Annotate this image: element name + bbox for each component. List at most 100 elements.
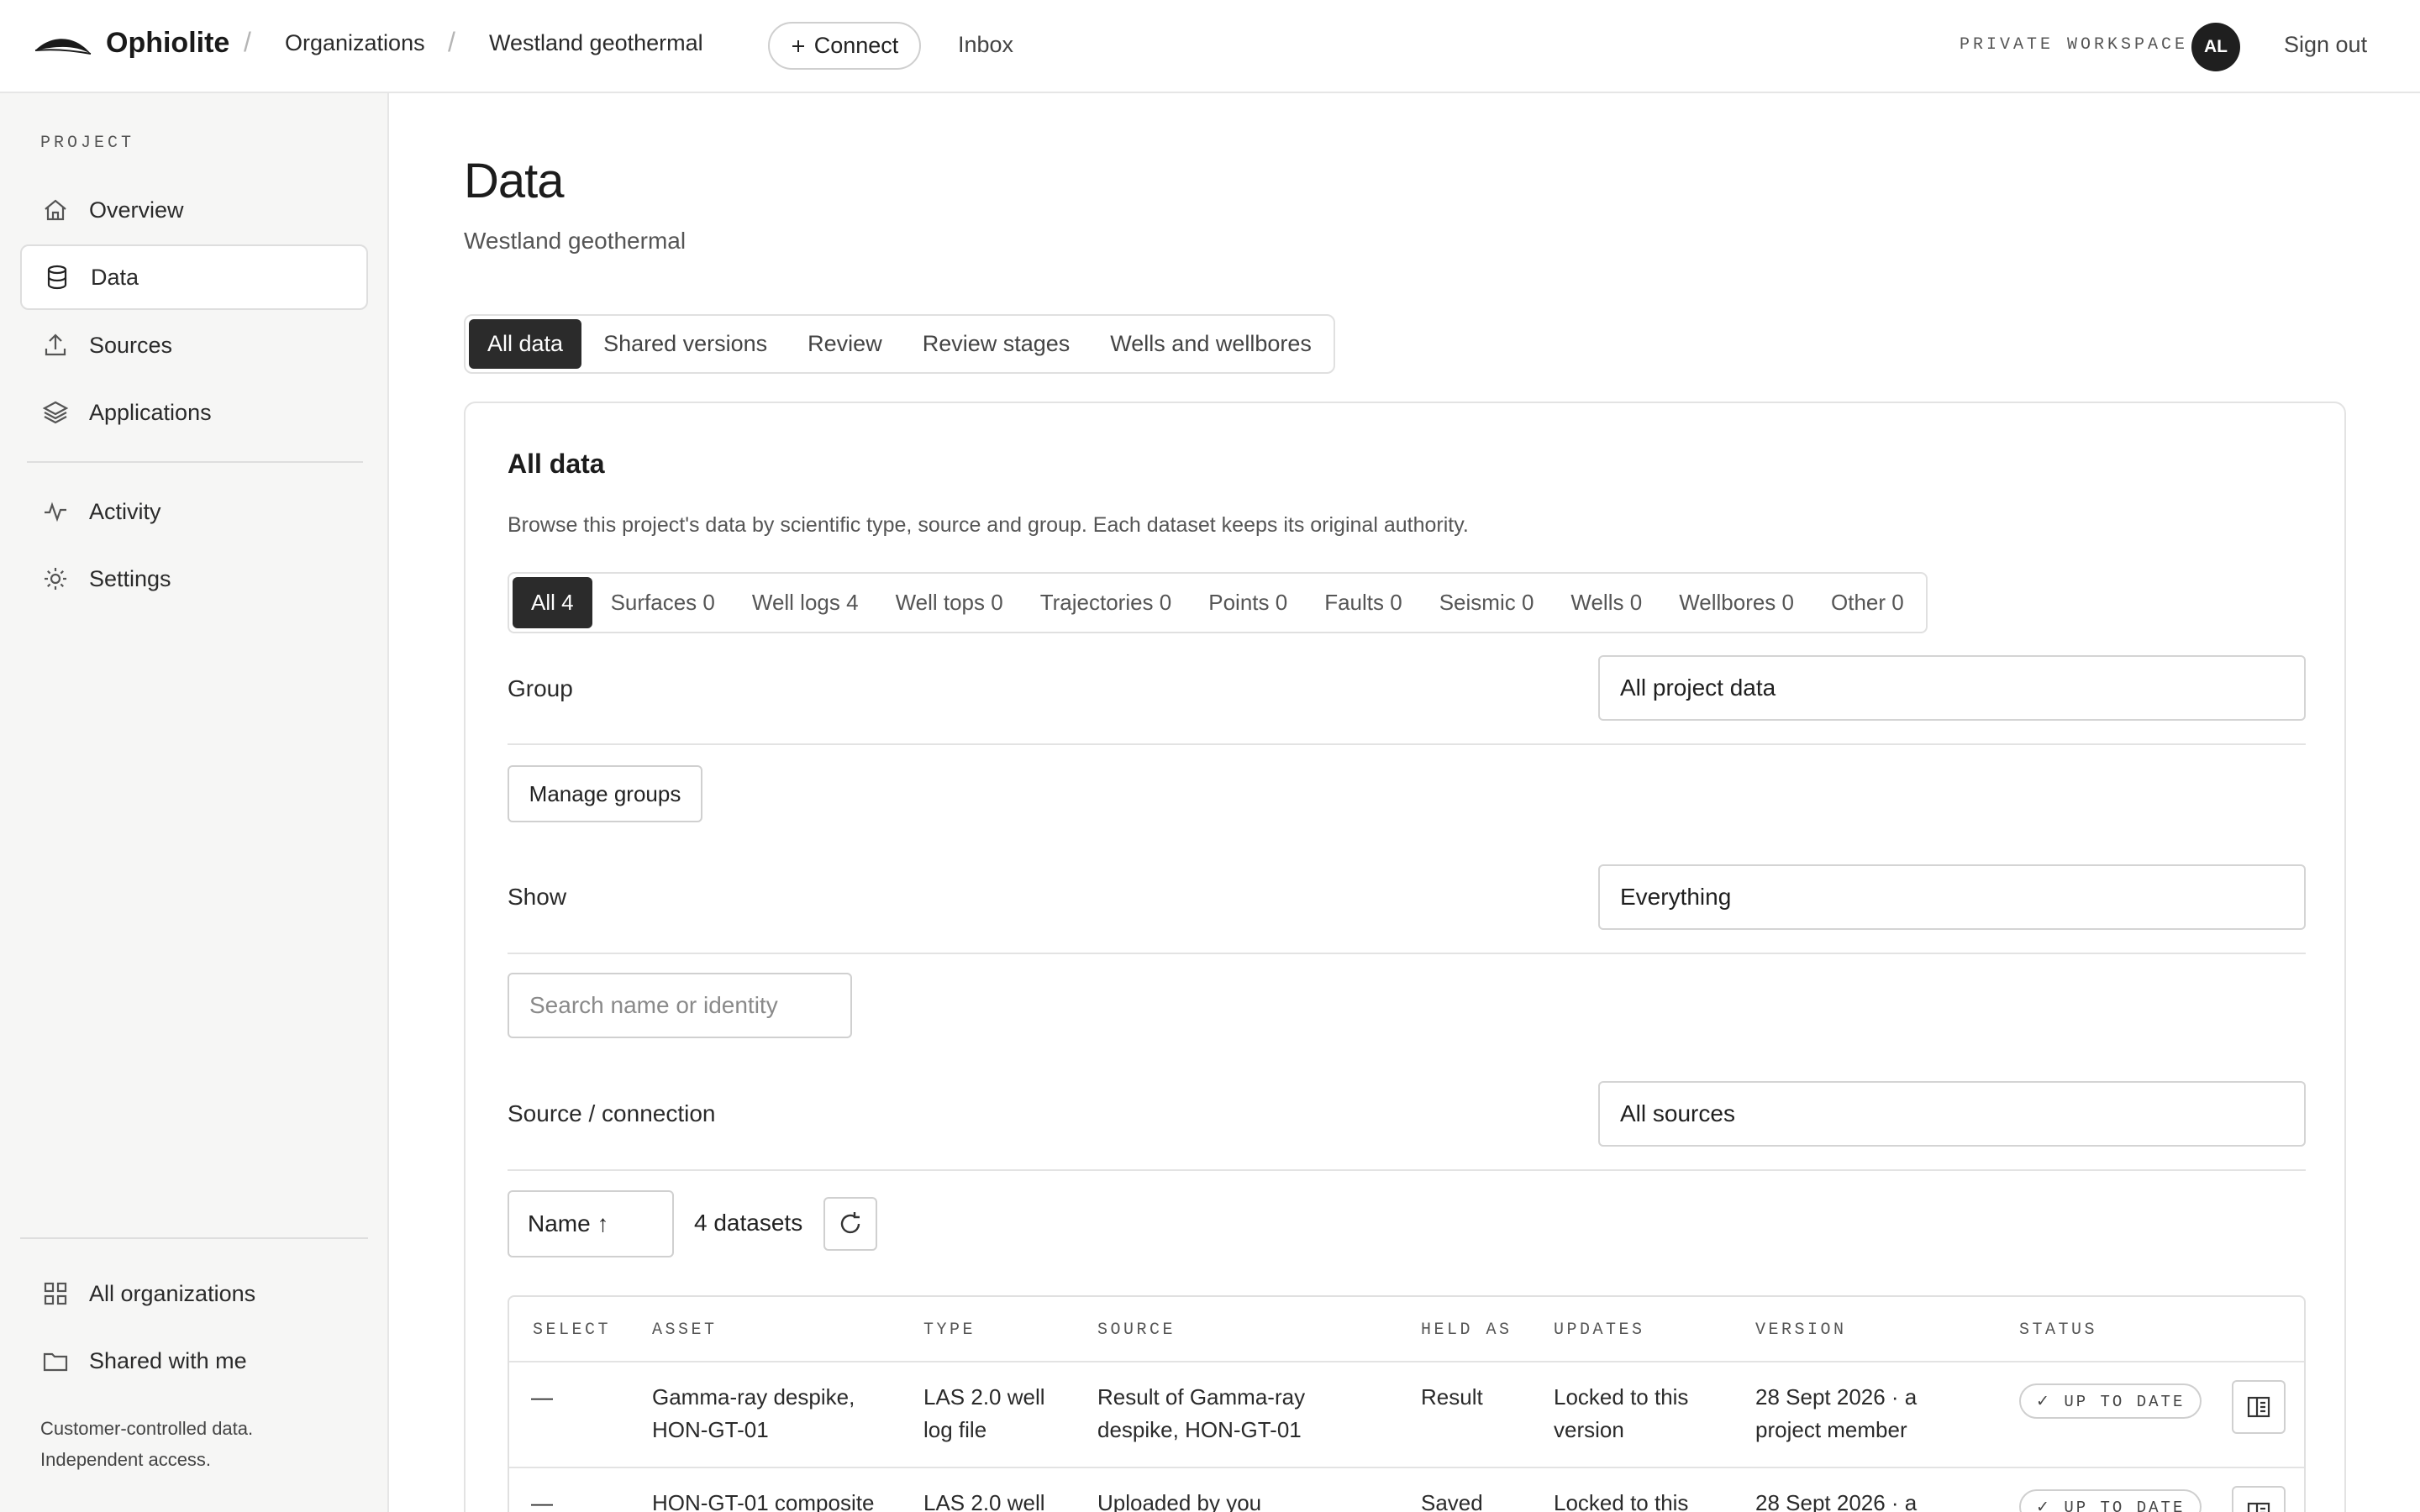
sidebar-item-applications[interactable]: Applications <box>20 380 368 445</box>
inbox-link[interactable]: Inbox <box>958 32 1013 58</box>
breadcrumb-organizations[interactable]: Organizations <box>285 30 425 56</box>
divider <box>509 1361 2304 1362</box>
source-cell: Result of Gamma-ray despike, HON-GT-01 <box>1097 1381 1305 1446</box>
column-header: SELECT <box>533 1320 612 1340</box>
workspace-label: PRIVATE WORKSPACE <box>1960 35 2189 55</box>
sidebar-item-label: Activity <box>89 498 161 524</box>
footer-line: Independent access. <box>40 1449 212 1470</box>
held-as-cell: Saved <box>1421 1490 1483 1512</box>
filter-all[interactable]: All 4 <box>513 577 592 628</box>
filter-faults[interactable]: Faults 0 <box>1306 577 1421 628</box>
top-bar: Ophiolite / Organizations / Westland geo… <box>0 0 2420 93</box>
column-header[interactable]: TYPE <box>923 1320 976 1340</box>
source-line: despike, HON-GT-01 <box>1097 1417 1302 1442</box>
type-line: LAS 2.0 well <box>923 1384 1045 1410</box>
filter-surfaces[interactable]: Surfaces 0 <box>592 577 734 628</box>
tab-review-stages[interactable]: Review stages <box>904 319 1089 369</box>
type-line: log file <box>923 1417 987 1442</box>
page-subtitle: Westland geothermal <box>464 228 687 254</box>
sidebar-item-label: Shared with me <box>89 1347 247 1373</box>
filter-wells[interactable]: Wells 0 <box>1552 577 1660 628</box>
held-as-cell: Result <box>1421 1384 1483 1410</box>
database-icon <box>42 262 72 292</box>
group-select[interactable]: All project data <box>1598 655 2306 721</box>
open-panel-button[interactable] <box>2232 1486 2286 1512</box>
filter-other[interactable]: Other 0 <box>1812 577 1923 628</box>
sign-out-link[interactable]: Sign out <box>2284 32 2367 58</box>
upload-icon <box>40 330 71 360</box>
divider <box>508 743 2306 745</box>
sidebar-item-shared-with-me[interactable]: Shared with me <box>20 1328 368 1394</box>
datasets-table: SELECT ASSET TYPE SOURCE HELD AS UPDATES… <box>508 1295 2306 1512</box>
sidebar-item-sources[interactable]: Sources <box>20 312 368 378</box>
select-cell[interactable]: — <box>531 1381 553 1414</box>
sidebar-item-label: Data <box>91 264 139 290</box>
tab-review[interactable]: Review <box>789 319 901 369</box>
show-select[interactable]: Everything <box>1598 864 2306 930</box>
updates-line: version <box>1554 1417 1624 1442</box>
column-header[interactable]: HELD AS <box>1421 1320 1512 1340</box>
column-header[interactable]: UPDATES <box>1554 1320 1645 1340</box>
refresh-icon <box>840 1212 860 1234</box>
sidebar-item-overview[interactable]: Overview <box>20 177 368 243</box>
tab-wells-and-wellbores[interactable]: Wells and wellbores <box>1092 319 1330 369</box>
connect-label: Connect <box>813 33 899 58</box>
sort-select[interactable]: Name ↑ <box>508 1190 674 1257</box>
source-line: Result of Gamma-ray <box>1097 1384 1306 1410</box>
column-header[interactable]: STATUS <box>2019 1320 2097 1340</box>
filter-seismic[interactable]: Seismic 0 <box>1421 577 1553 628</box>
panel-title: All data <box>508 449 605 479</box>
sidebar-item-data[interactable]: Data <box>20 244 368 310</box>
updates-cell: Locked to this <box>1554 1490 1689 1512</box>
filter-well-tops[interactable]: Well tops 0 <box>877 577 1022 628</box>
updates-cell: Locked to this version <box>1554 1381 1688 1446</box>
sidebar-item-settings[interactable]: Settings <box>20 546 368 612</box>
manage-groups-button[interactable]: Manage groups <box>508 765 702 822</box>
search-input[interactable] <box>508 973 852 1038</box>
grid-icon <box>40 1278 71 1309</box>
filter-trajectories[interactable]: Trajectories 0 <box>1022 577 1191 628</box>
sun-icon <box>40 564 71 594</box>
divider <box>508 1169 2306 1171</box>
column-header[interactable]: ASSET <box>652 1320 718 1340</box>
tab-shared-versions[interactable]: Shared versions <box>585 319 786 369</box>
filter-wellbores[interactable]: Wellbores 0 <box>1660 577 1812 628</box>
activity-icon <box>40 496 71 527</box>
panel-icon <box>2247 1396 2270 1418</box>
sidebar-item-activity[interactable]: Activity <box>20 479 368 544</box>
tab-all-data[interactable]: All data <box>469 319 582 369</box>
asset-line: Gamma-ray despike, <box>652 1384 855 1410</box>
sidebar-item-all-organizations[interactable]: All organizations <box>20 1261 368 1326</box>
source-select[interactable]: All sources <box>1598 1081 2306 1147</box>
divider <box>509 1467 2304 1468</box>
source-label: Source / connection <box>508 1100 716 1126</box>
connect-button[interactable]: Connect <box>768 22 921 70</box>
status-badge: ✓ UP TO DATE <box>2019 1489 2202 1512</box>
breadcrumb-project[interactable]: Westland geothermal <box>489 30 703 56</box>
sidebar-item-label: All organizations <box>89 1280 256 1306</box>
asset-line: HON-GT-01 <box>652 1417 769 1442</box>
ophiolite-logo-icon[interactable] <box>34 32 92 57</box>
asset-cell[interactable]: Gamma-ray despike, HON-GT-01 <box>652 1381 855 1446</box>
sidebar-footer: Customer-controlled data. Independent ac… <box>40 1413 253 1475</box>
asset-cell[interactable]: HON-GT-01 composite <box>652 1487 874 1512</box>
select-cell[interactable]: — <box>531 1487 553 1512</box>
home-icon <box>40 195 71 225</box>
brand-name[interactable]: Ophiolite <box>106 27 229 60</box>
column-header[interactable]: SOURCE <box>1097 1320 1176 1340</box>
avatar[interactable]: AL <box>2191 23 2240 71</box>
panel-icon <box>2247 1502 2270 1512</box>
show-label: Show <box>508 884 567 910</box>
breadcrumb-separator: / <box>244 27 251 57</box>
refresh-button[interactable] <box>823 1197 877 1251</box>
type-filter-bar: All 4 Surfaces 0 Well logs 4 Well tops 0… <box>508 572 1928 633</box>
layers-icon <box>40 397 71 428</box>
folder-icon <box>40 1346 71 1376</box>
panel-description: Browse this project's data by scientific… <box>508 513 1469 537</box>
filter-points[interactable]: Points 0 <box>1190 577 1306 628</box>
open-panel-button[interactable] <box>2232 1380 2286 1434</box>
column-header[interactable]: VERSION <box>1755 1320 1847 1340</box>
divider <box>508 953 2306 954</box>
filter-well-logs[interactable]: Well logs 4 <box>734 577 877 628</box>
page-title: Data <box>464 154 565 208</box>
